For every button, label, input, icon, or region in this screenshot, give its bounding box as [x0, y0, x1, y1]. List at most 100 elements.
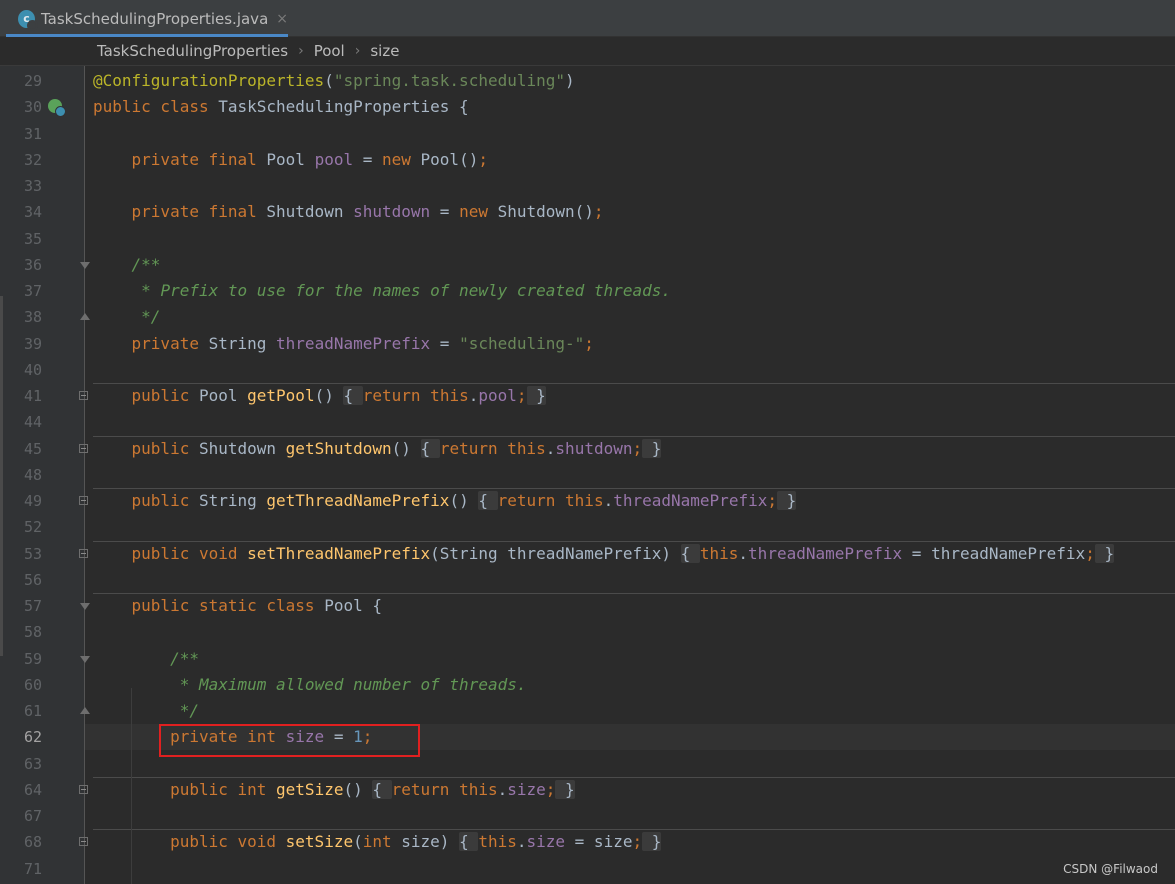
code-text[interactable]: /** — [93, 255, 161, 275]
code-line[interactable]: 39 private String threadNamePrefix = "sc… — [0, 331, 1175, 357]
code-token: shutdown — [353, 202, 431, 222]
line-number[interactable]: 52 — [0, 518, 42, 536]
fold-collapse-icon[interactable] — [80, 261, 90, 269]
code-line[interactable]: 58 — [0, 619, 1175, 645]
line-number[interactable]: 35 — [0, 230, 42, 248]
line-number[interactable]: 38 — [0, 308, 42, 326]
code-line[interactable]: 61 */ — [0, 698, 1175, 724]
code-line[interactable]: 34 private final Shutdown shutdown = new… — [0, 199, 1175, 225]
line-number[interactable]: 49 — [0, 492, 42, 510]
fold-expand-icon[interactable] — [79, 391, 88, 400]
line-number[interactable]: 33 — [0, 177, 42, 195]
code-line[interactable]: 48 — [0, 462, 1175, 488]
code-text[interactable]: @ConfigurationProperties("spring.task.sc… — [93, 71, 575, 91]
line-number[interactable]: 39 — [0, 335, 42, 353]
code-line[interactable]: 40 — [0, 357, 1175, 383]
code-text[interactable]: public int getSize() { return this.size;… — [93, 779, 575, 800]
line-number[interactable]: 62 — [0, 728, 42, 746]
code-line[interactable]: 38 */ — [0, 304, 1175, 330]
code-line[interactable]: 67 — [0, 803, 1175, 829]
line-number[interactable]: 41 — [0, 387, 42, 405]
code-text[interactable]: * Prefix to use for the names of newly c… — [93, 281, 671, 301]
code-line[interactable]: 56 — [0, 567, 1175, 593]
line-number[interactable]: 53 — [0, 545, 42, 563]
line-number[interactable]: 37 — [0, 282, 42, 300]
code-line[interactable]: 37 * Prefix to use for the names of newl… — [0, 278, 1175, 304]
line-number[interactable]: 68 — [0, 833, 42, 851]
code-line[interactable]: 31 — [0, 121, 1175, 147]
line-number[interactable]: 30 — [0, 98, 42, 116]
code-text[interactable]: public class TaskSchedulingProperties { — [93, 97, 469, 117]
line-number[interactable]: 64 — [0, 781, 42, 799]
line-number[interactable]: 58 — [0, 623, 42, 641]
fold-collapse-icon[interactable] — [80, 655, 90, 663]
tab-task-scheduling-properties[interactable]: c TaskSchedulingProperties.java × — [6, 0, 288, 37]
code-line[interactable]: 41 public Pool getPool() { return this.p… — [0, 383, 1175, 409]
code-line[interactable]: 57 public static class Pool { — [0, 593, 1175, 619]
line-number[interactable]: 59 — [0, 650, 42, 668]
code-line[interactable]: 59 /** — [0, 646, 1175, 672]
fold-expand-icon[interactable] — [79, 784, 88, 794]
breadcrumb-item-size[interactable]: size — [370, 42, 399, 60]
line-number[interactable]: 56 — [0, 571, 42, 589]
code-text[interactable]: public String getThreadNamePrefix() { re… — [93, 491, 797, 511]
line-number[interactable]: 44 — [0, 413, 42, 431]
line-number[interactable]: 48 — [0, 466, 42, 484]
code-line[interactable]: 36 /** — [0, 252, 1175, 278]
line-number[interactable]: 40 — [0, 361, 42, 379]
code-text[interactable]: public Pool getPool() { return this.pool… — [93, 386, 546, 406]
line-number[interactable]: 57 — [0, 597, 42, 615]
line-number[interactable]: 63 — [0, 755, 42, 773]
line-number[interactable]: 45 — [0, 440, 42, 458]
breadcrumb-item-class[interactable]: TaskSchedulingProperties — [97, 42, 288, 60]
code-text[interactable]: public void setSize(int size) { this.siz… — [93, 832, 662, 852]
code-text[interactable]: public static class Pool { — [93, 596, 382, 616]
line-number[interactable]: 29 — [0, 72, 42, 90]
code-text[interactable]: * Maximum allowed number of threads. — [93, 675, 527, 695]
line-number[interactable]: 71 — [0, 860, 42, 878]
fold-collapse-icon[interactable] — [80, 313, 90, 321]
fold-expand-icon[interactable] — [79, 496, 88, 505]
code-line[interactable]: 44 — [0, 409, 1175, 435]
code-line[interactable]: 60 * Maximum allowed number of threads. — [0, 672, 1175, 698]
spring-bean-icon[interactable] — [48, 99, 66, 118]
breadcrumb-item-pool[interactable]: Pool — [314, 42, 345, 60]
code-line[interactable]: 30 public class TaskSchedulingProperties … — [0, 94, 1175, 120]
code-line[interactable]: 32 private final Pool pool = new Pool(); — [0, 147, 1175, 173]
line-number[interactable]: 34 — [0, 203, 42, 221]
line-number[interactable]: 36 — [0, 256, 42, 274]
code-line[interactable]: 29 @ConfigurationProperties("spring.task.… — [0, 68, 1175, 94]
code-line[interactable]: 33 — [0, 173, 1175, 199]
line-number[interactable]: 61 — [0, 702, 42, 720]
code-line[interactable]: 71 — [0, 856, 1175, 882]
code-text[interactable]: */ — [93, 701, 199, 721]
code-text[interactable]: private final Pool pool = new Pool(); — [93, 150, 488, 170]
code-line[interactable]: 53 public void setThreadNamePrefix(Strin… — [0, 540, 1175, 567]
fold-collapse-icon[interactable] — [80, 603, 90, 610]
code-line[interactable]: 52 — [0, 514, 1175, 540]
code-text[interactable]: /** — [93, 649, 199, 669]
fold-expand-icon[interactable] — [79, 548, 88, 558]
code-line[interactable]: 68 public void setSize(int size) { this.… — [0, 829, 1175, 855]
code-text[interactable]: */ — [93, 307, 160, 327]
code-token: () — [449, 491, 479, 510]
line-number[interactable]: 31 — [0, 125, 42, 143]
code-token: . — [516, 832, 527, 852]
code-text[interactable]: public void setThreadNamePrefix(String t… — [93, 543, 1115, 564]
fold-expand-icon[interactable] — [79, 443, 88, 453]
code-text[interactable]: private final Shutdown shutdown = new Sh… — [93, 202, 604, 222]
code-editor[interactable]: 29 @ConfigurationProperties("spring.task.… — [0, 66, 1175, 884]
close-icon[interactable]: × — [276, 11, 288, 27]
code-text[interactable]: public Shutdown getShutdown() { return t… — [93, 438, 662, 459]
line-number[interactable]: 32 — [0, 151, 42, 169]
code-line[interactable]: 35 — [0, 226, 1175, 252]
code-line[interactable]: 49 public String getThreadNamePrefix() {… — [0, 488, 1175, 514]
code-line[interactable]: 64 public int getSize() { return this.si… — [0, 776, 1175, 803]
line-number[interactable]: 60 — [0, 676, 42, 694]
line-number[interactable]: 67 — [0, 807, 42, 825]
code-text[interactable]: private String threadNamePrefix = "sched… — [93, 334, 594, 354]
fold-collapse-icon[interactable] — [80, 707, 90, 714]
code-line[interactable]: 45 public Shutdown getShutdown() { retur… — [0, 435, 1175, 462]
fold-expand-icon[interactable] — [79, 837, 88, 847]
